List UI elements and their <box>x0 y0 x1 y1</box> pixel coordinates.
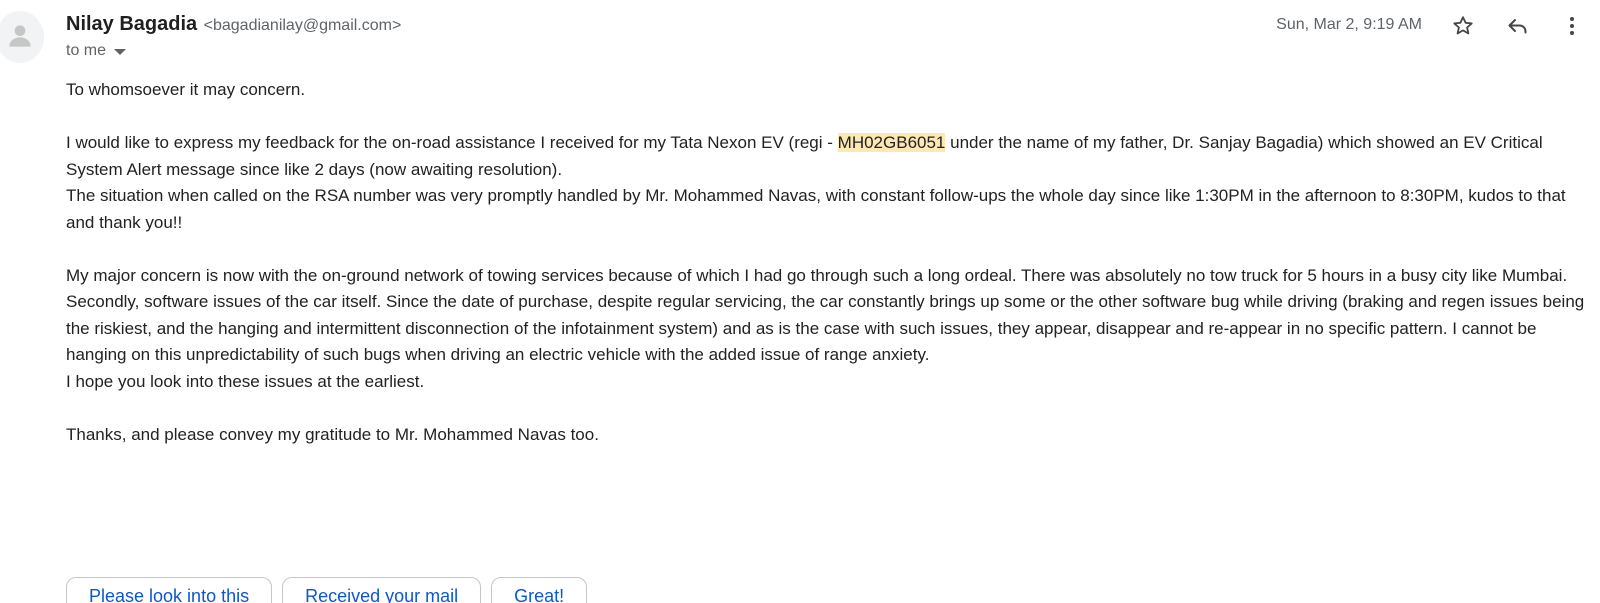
email-body: To whomsoever it may concern. I would li… <box>66 77 1586 448</box>
smart-reply-chip[interactable]: Please look into this <box>66 577 273 603</box>
body-paragraph-2: The situation when called on the RSA num… <box>66 186 1566 232</box>
body-paragraph-1: I would like to express my feedback for … <box>66 130 1586 183</box>
more-vert-icon <box>1570 17 1574 35</box>
sender-avatar[interactable] <box>0 11 44 63</box>
greeting-line: To whomsoever it may concern. <box>66 80 306 99</box>
smart-reply-chip[interactable]: Received your mail <box>282 577 482 603</box>
smart-reply-bar: Please look into this Received your mail… <box>66 577 588 603</box>
recipients-label: to me <box>66 42 107 59</box>
sender-name[interactable]: Nilay Bagadia <box>66 13 197 35</box>
sender-line: Nilay Bagadia <bagadianilay@gmail.com> <box>66 13 401 36</box>
message-date: Sun, Mar 2, 9:19 AM <box>1276 16 1422 33</box>
caret-down-icon <box>114 49 127 55</box>
more-options-button[interactable] <box>1556 10 1588 42</box>
smart-reply-chip[interactable]: Great! <box>491 577 588 603</box>
star-icon <box>1453 16 1473 35</box>
body-paragraph-4: Secondly, software issues of the car its… <box>66 292 1585 364</box>
star-button[interactable] <box>1447 10 1479 42</box>
body-text: I would like to express my feedback for … <box>66 133 838 152</box>
closing-line: Thanks, and please convey my gratitude t… <box>66 424 599 444</box>
reply-icon <box>1508 19 1527 34</box>
registration-number-highlight: MH02GB6051 <box>837 133 946 152</box>
recipients-toggle[interactable]: to me <box>66 42 127 60</box>
sender-email: <bagadianilay@gmail.com> <box>203 17 402 34</box>
body-paragraph-3: My major concern is now with the on-grou… <box>66 265 1568 285</box>
reply-button[interactable] <box>1502 10 1534 42</box>
body-paragraph-5: I hope you look into these issues at the… <box>66 371 425 391</box>
email-message-view: Nilay Bagadia <bagadianilay@gmail.com> t… <box>0 0 1600 603</box>
person-icon <box>9 25 31 47</box>
